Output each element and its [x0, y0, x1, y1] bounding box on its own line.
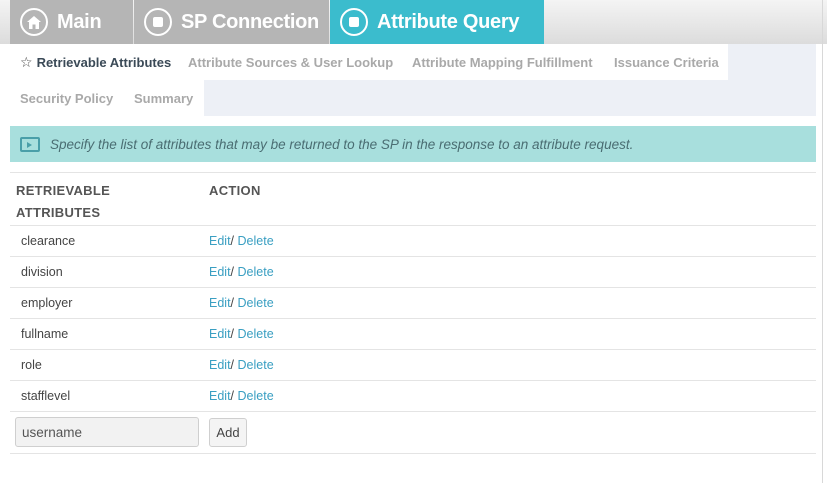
attribute-name: stafflevel: [21, 389, 71, 403]
column-header-attributes: RETRIEVABLE ATTRIBUTES: [16, 180, 136, 224]
table-row: employer Edit/ Delete: [10, 288, 816, 319]
table-row: role Edit/ Delete: [10, 350, 816, 381]
info-banner-text: Specify the list of attributes that may …: [50, 136, 634, 152]
tab-label: Attribute Sources & User Lookup: [188, 54, 394, 70]
action-separator: /: [230, 265, 235, 279]
column-header-action: ACTION: [209, 183, 261, 198]
star-icon: ☆: [20, 53, 33, 70]
wizard-step-main[interactable]: Main: [10, 0, 133, 44]
table-row: fullname Edit/ Delete: [10, 319, 816, 350]
delete-link[interactable]: Delete: [238, 327, 274, 341]
action-separator: /: [230, 296, 235, 310]
add-attribute-row: Add: [10, 412, 816, 454]
column-header-attributes-line2: ATTRIBUTES: [16, 205, 101, 220]
attribute-name: fullname: [21, 327, 69, 341]
stop-circle-icon: [144, 8, 172, 36]
wizard-step-attribute-query[interactable]: Attribute Query: [330, 0, 544, 44]
table-row: clearance Edit/ Delete: [10, 226, 816, 257]
wizard-bar: Main SP Connection Attribute Query: [0, 0, 827, 44]
action-separator: /: [230, 389, 235, 403]
slideshow-icon: [20, 136, 40, 152]
attribute-name: employer: [21, 296, 73, 310]
tab-label: Summary: [134, 90, 194, 106]
tab-summary[interactable]: Summary: [124, 80, 204, 116]
action-separator: /: [230, 234, 235, 248]
attribute-name: role: [21, 358, 42, 372]
delete-link[interactable]: Delete: [238, 389, 274, 403]
table-row: stafflevel Edit/ Delete: [10, 381, 816, 412]
delete-link[interactable]: Delete: [238, 265, 274, 279]
tab-label: Issuance Criteria: [614, 54, 719, 70]
attribute-name: division: [21, 265, 63, 279]
edit-link[interactable]: Edit: [209, 234, 231, 248]
row-actions: Edit/ Delete: [209, 257, 274, 287]
edit-link[interactable]: Edit: [209, 327, 231, 341]
table-header: RETRIEVABLE ATTRIBUTES ACTION: [10, 172, 816, 226]
tab-label: Retrievable Attributes: [36, 54, 172, 70]
edit-link[interactable]: Edit: [209, 389, 231, 403]
home-icon: [20, 8, 48, 36]
row-actions: Edit/ Delete: [209, 226, 274, 256]
row-actions: Edit/ Delete: [209, 319, 274, 349]
action-separator: /: [230, 358, 235, 372]
delete-link[interactable]: Delete: [238, 358, 274, 372]
scrollbar-edge: [822, 0, 823, 483]
wizard-step-sp-connection[interactable]: SP Connection: [134, 0, 329, 44]
new-attribute-input[interactable]: [15, 417, 199, 447]
attributes-table: RETRIEVABLE ATTRIBUTES ACTION clearance …: [10, 172, 816, 454]
attribute-name: clearance: [21, 234, 76, 248]
edit-link[interactable]: Edit: [209, 265, 231, 279]
add-button[interactable]: Add: [209, 418, 247, 447]
action-separator: /: [230, 327, 235, 341]
stop-circle-icon: [340, 8, 368, 36]
tab-label: Attribute Mapping Fulfillment: [412, 54, 593, 70]
wizard-step-attribute-query-label: Attribute Query: [377, 10, 520, 33]
edit-link[interactable]: Edit: [209, 358, 231, 372]
row-actions: Edit/ Delete: [209, 288, 274, 318]
row-actions: Edit/ Delete: [209, 381, 274, 411]
column-header-attributes-line1: RETRIEVABLE: [16, 183, 111, 198]
tab-security-policy[interactable]: Security Policy: [10, 80, 124, 116]
info-banner: Specify the list of attributes that may …: [10, 126, 816, 162]
delete-link[interactable]: Delete: [238, 234, 274, 248]
tab-label: Security Policy: [20, 90, 114, 106]
tab-attribute-mapping[interactable]: Attribute Mapping Fulfillment: [402, 44, 604, 80]
tab-retrievable-attributes[interactable]: ☆ Retrievable Attributes: [10, 44, 178, 80]
table-row: division Edit/ Delete: [10, 257, 816, 288]
row-actions: Edit/ Delete: [209, 350, 274, 380]
tab-issuance-criteria[interactable]: Issuance Criteria: [604, 44, 728, 80]
tab-attribute-sources[interactable]: Attribute Sources & User Lookup: [178, 44, 402, 80]
wizard-step-main-label: Main: [57, 10, 102, 33]
delete-link[interactable]: Delete: [238, 296, 274, 310]
edit-link[interactable]: Edit: [209, 296, 231, 310]
wizard-step-sp-connection-label: SP Connection: [181, 10, 319, 33]
